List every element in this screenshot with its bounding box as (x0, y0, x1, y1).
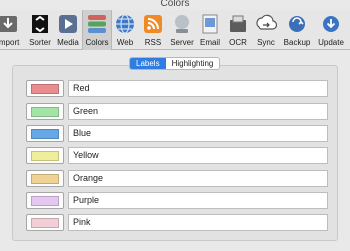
toolbar-label-web: Web (116, 38, 134, 47)
colors-icon (88, 15, 106, 33)
toolbar-item-colors[interactable]: Colors (82, 10, 112, 50)
toolbar-label-sorter: Sorter (29, 38, 51, 47)
toolbar-label-update: Update (318, 38, 344, 47)
toolbar-item-ocr[interactable]: OCR (225, 10, 251, 50)
color-row-yellow: Yellow (26, 147, 330, 164)
color-well-blue[interactable] (26, 125, 64, 142)
color-row-pink: Pink (26, 214, 330, 231)
toolbar-item-sync[interactable]: Sync (253, 10, 279, 50)
label-name-field-yellow[interactable]: Yellow (68, 147, 328, 164)
label-name-field-green[interactable]: Green (68, 103, 328, 120)
update-icon (323, 16, 339, 32)
tab-segmented-control: Labels Highlighting (129, 57, 221, 70)
server-icon (175, 15, 189, 33)
label-name-field-purple[interactable]: Purple (68, 192, 328, 209)
tab-highlighting[interactable]: Highlighting (166, 58, 220, 69)
toolbar-label-email: Email (199, 38, 220, 47)
toolbar-label-server: Server (170, 38, 194, 47)
label-name-field-blue[interactable]: Blue (68, 125, 328, 142)
backup-icon (289, 16, 305, 32)
toolbar-item-web[interactable]: Web (112, 10, 138, 50)
tab-labels[interactable]: Labels (130, 58, 166, 69)
toolbar-item-rss[interactable]: RSS (140, 10, 166, 50)
sync-icon (256, 14, 278, 30)
toolbar-item-backup[interactable]: Backup (281, 10, 313, 50)
toolbar-label-ocr: OCR (229, 38, 247, 47)
color-row-orange: Orange (26, 170, 330, 187)
swatch-purple (31, 196, 59, 206)
window-title: Colors (160, 0, 190, 9)
toolbar-label-import: Import (0, 38, 20, 47)
color-well-green[interactable] (26, 103, 64, 120)
swatch-pink (31, 218, 59, 228)
import-icon (0, 16, 17, 32)
color-well-pink[interactable] (26, 214, 64, 231)
sorter-icon (32, 15, 48, 33)
labels-panel: Red Green Blue Yellow Orange Purple Pink (12, 65, 338, 241)
swatch-green (31, 107, 59, 117)
swatch-red (31, 84, 59, 94)
toolbar-item-update[interactable]: Update (314, 10, 348, 50)
color-well-purple[interactable] (26, 192, 64, 209)
toolbar-label-rss: RSS (144, 38, 162, 47)
toolbar-item-email[interactable]: Email (197, 10, 223, 50)
rss-icon (144, 15, 162, 33)
toolbar-item-server[interactable]: Server (167, 10, 197, 50)
color-row-purple: Purple (26, 192, 330, 209)
color-well-yellow[interactable] (26, 147, 64, 164)
swatch-blue (31, 129, 59, 139)
toolbar-label-colors: Colors (85, 38, 109, 47)
label-name-field-pink[interactable]: Pink (68, 214, 328, 231)
ocr-icon (230, 15, 246, 32)
email-icon (202, 14, 218, 34)
globe-icon (116, 14, 134, 34)
toolbar-label-sync: Sync (257, 38, 275, 47)
swatch-orange (31, 174, 59, 184)
color-well-red[interactable] (26, 80, 64, 97)
preferences-toolbar: Import Sorter Media Colors Web RSS Serve… (0, 10, 350, 50)
color-row-red: Red (26, 80, 330, 97)
label-name-field-red[interactable]: Red (68, 80, 328, 97)
swatch-yellow (31, 151, 59, 161)
color-well-orange[interactable] (26, 170, 64, 187)
color-row-green: Green (26, 103, 330, 120)
toolbar-item-sorter[interactable]: Sorter (26, 10, 54, 50)
toolbar-label-media: Media (57, 38, 79, 47)
toolbar-item-media[interactable]: Media (54, 10, 82, 50)
media-icon (59, 15, 77, 33)
label-name-field-orange[interactable]: Orange (68, 170, 328, 187)
toolbar-item-import[interactable]: Import (0, 10, 23, 50)
color-row-blue: Blue (26, 125, 330, 142)
toolbar-label-backup: Backup (283, 38, 311, 47)
